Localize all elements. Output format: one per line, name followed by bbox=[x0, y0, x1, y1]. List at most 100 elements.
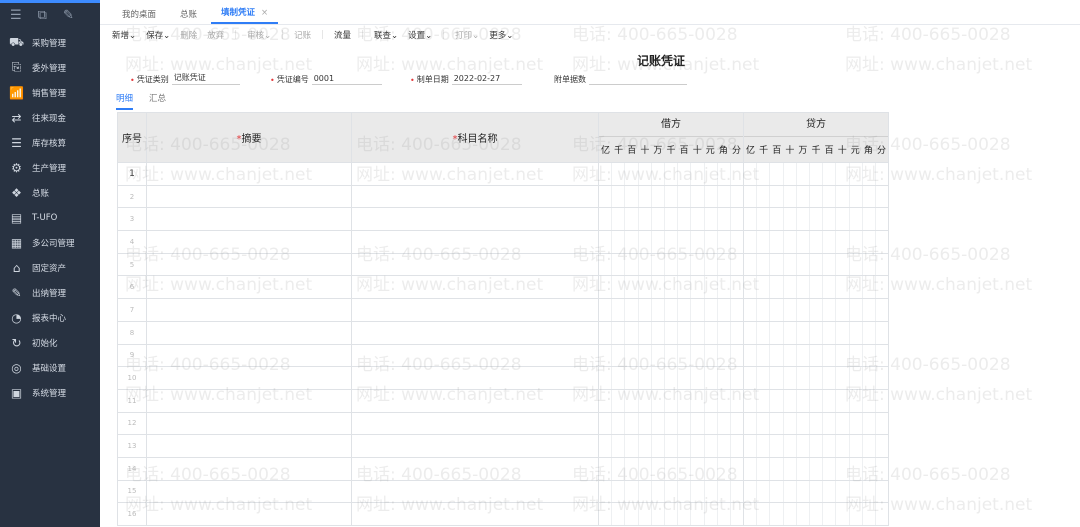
credit-cell[interactable] bbox=[743, 184, 889, 209]
credit-cell[interactable] bbox=[743, 411, 889, 436]
tab-fill-voucher[interactable]: 填制凭证 × bbox=[211, 6, 279, 24]
debit-cell[interactable] bbox=[598, 456, 744, 481]
debit-cell[interactable] bbox=[598, 343, 744, 368]
account-cell[interactable] bbox=[351, 252, 599, 277]
sidebar-item[interactable]: ◔ 报表中心 bbox=[0, 305, 100, 330]
debit-cell[interactable] bbox=[598, 366, 744, 390]
sidebar-item[interactable]: ✎ 出纳管理 bbox=[0, 280, 100, 305]
debit-cell[interactable] bbox=[598, 252, 744, 277]
debit-cell[interactable] bbox=[598, 411, 744, 436]
summary-cell[interactable] bbox=[146, 275, 352, 300]
sidebar-item[interactable]: ▣ 系统管理 bbox=[0, 380, 100, 405]
tab-desktop[interactable]: 我的桌面 bbox=[112, 8, 166, 24]
account-cell[interactable] bbox=[351, 479, 599, 504]
voucher-date-input[interactable]: 2022-02-27 bbox=[451, 74, 522, 85]
toolbar-button[interactable]: 更多⌄ bbox=[489, 29, 513, 41]
account-cell[interactable] bbox=[351, 320, 599, 345]
account-cell[interactable] bbox=[351, 366, 599, 390]
sidebar-item[interactable]: ◎ 基础设置 bbox=[0, 355, 100, 380]
debit-cell[interactable] bbox=[598, 388, 744, 413]
summary-cell[interactable] bbox=[146, 162, 352, 186]
debit-cell[interactable] bbox=[598, 230, 744, 254]
toolbar-button[interactable]: 放弃 bbox=[207, 29, 224, 41]
account-cell[interactable] bbox=[351, 230, 599, 254]
sidebar-item[interactable]: ⇄ 往来现金 bbox=[0, 105, 100, 130]
subtab-detail[interactable]: 明细 bbox=[116, 92, 134, 110]
credit-cell[interactable] bbox=[743, 456, 889, 481]
summary-cell[interactable] bbox=[146, 320, 352, 345]
summary-cell[interactable] bbox=[146, 502, 352, 526]
account-cell[interactable] bbox=[351, 343, 599, 368]
debit-cell[interactable] bbox=[598, 479, 744, 504]
summary-cell[interactable] bbox=[146, 343, 352, 368]
debit-cell[interactable] bbox=[598, 207, 744, 232]
credit-cell[interactable] bbox=[743, 275, 889, 300]
voucher-number-field[interactable]: • 凭证编号 0001 bbox=[270, 72, 410, 85]
account-cell[interactable] bbox=[351, 456, 599, 481]
sidebar-item[interactable]: ⚙ 生产管理 bbox=[0, 155, 100, 180]
credit-cell[interactable] bbox=[743, 479, 889, 504]
toolbar-button[interactable]: 保存⌄ bbox=[146, 29, 170, 41]
sidebar-item[interactable]: ⛟ 采购管理 bbox=[0, 30, 100, 55]
sidebar-item[interactable]: ☰ 库存核算 bbox=[0, 130, 100, 155]
summary-cell[interactable] bbox=[146, 230, 352, 254]
account-cell[interactable] bbox=[351, 411, 599, 436]
credit-cell[interactable] bbox=[743, 207, 889, 232]
account-cell[interactable] bbox=[351, 207, 599, 232]
summary-cell[interactable] bbox=[146, 411, 352, 436]
summary-cell[interactable] bbox=[146, 479, 352, 504]
summary-cell[interactable] bbox=[146, 434, 352, 458]
summary-cell[interactable] bbox=[146, 207, 352, 232]
voucher-date-field[interactable]: • 制单日期 2022-02-27 bbox=[410, 72, 554, 85]
credit-cell[interactable] bbox=[743, 162, 889, 186]
account-cell[interactable] bbox=[351, 434, 599, 458]
debit-cell[interactable] bbox=[598, 162, 744, 186]
summary-cell[interactable] bbox=[146, 366, 352, 390]
summary-cell[interactable] bbox=[146, 298, 352, 322]
toolbar-button[interactable]: 审核⌄ bbox=[247, 29, 271, 41]
toolbar-button[interactable]: 打印⌄ bbox=[455, 29, 479, 41]
sidebar-item[interactable]: ❖ 总账 bbox=[0, 180, 100, 205]
account-cell[interactable] bbox=[351, 184, 599, 209]
toolbar-button[interactable]: 记账 bbox=[294, 29, 311, 41]
sidebar-item[interactable]: ↻ 初始化 bbox=[0, 330, 100, 355]
account-cell[interactable] bbox=[351, 502, 599, 526]
account-cell[interactable] bbox=[351, 275, 599, 300]
workspace-icon[interactable]: ⧉ bbox=[38, 8, 47, 23]
sidebar-item[interactable]: ▦ 多公司管理 bbox=[0, 230, 100, 255]
toolbar-button[interactable]: 删除 bbox=[180, 29, 197, 41]
subtab-summary[interactable]: 汇总 bbox=[149, 92, 166, 110]
credit-cell[interactable] bbox=[743, 230, 889, 254]
close-icon[interactable]: × bbox=[261, 8, 268, 18]
sidebar-item[interactable]: ⎘ 委外管理 bbox=[0, 55, 100, 80]
credit-cell[interactable] bbox=[743, 388, 889, 413]
sidebar-item[interactable]: ▤ T-UFO bbox=[0, 205, 100, 230]
debit-cell[interactable] bbox=[598, 502, 744, 526]
summary-cell[interactable] bbox=[146, 456, 352, 481]
debit-cell[interactable] bbox=[598, 434, 744, 458]
credit-cell[interactable] bbox=[743, 502, 889, 526]
summary-cell[interactable] bbox=[146, 388, 352, 413]
summary-cell[interactable] bbox=[146, 252, 352, 277]
edit-icon[interactable]: ✎ bbox=[63, 8, 74, 23]
toolbar-button[interactable]: 新增⌄ bbox=[112, 29, 136, 41]
sidebar-item[interactable]: ⌂ 固定资产 bbox=[0, 255, 100, 280]
credit-cell[interactable] bbox=[743, 320, 889, 345]
account-cell[interactable] bbox=[351, 162, 599, 186]
toolbar-button[interactable]: 联查⌄ bbox=[374, 29, 398, 41]
debit-cell[interactable] bbox=[598, 184, 744, 209]
tab-ledger[interactable]: 总账 bbox=[170, 8, 207, 24]
toolbar-button[interactable]: 设置⌄ bbox=[408, 29, 432, 41]
debit-cell[interactable] bbox=[598, 275, 744, 300]
attachment-count-field[interactable]: 附单据数 bbox=[554, 72, 687, 85]
credit-cell[interactable] bbox=[743, 343, 889, 368]
sidebar-item[interactable]: 📶 销售管理 bbox=[0, 80, 100, 105]
voucher-type-field[interactable]: • 凭证类别 记账凭证 bbox=[130, 72, 270, 85]
menu-icon[interactable]: ☰ bbox=[10, 8, 22, 23]
debit-cell[interactable] bbox=[598, 320, 744, 345]
credit-cell[interactable] bbox=[743, 252, 889, 277]
toolbar-button[interactable]: 流量 bbox=[334, 29, 351, 41]
summary-cell[interactable] bbox=[146, 184, 352, 209]
credit-cell[interactable] bbox=[743, 434, 889, 458]
account-cell[interactable] bbox=[351, 298, 599, 322]
